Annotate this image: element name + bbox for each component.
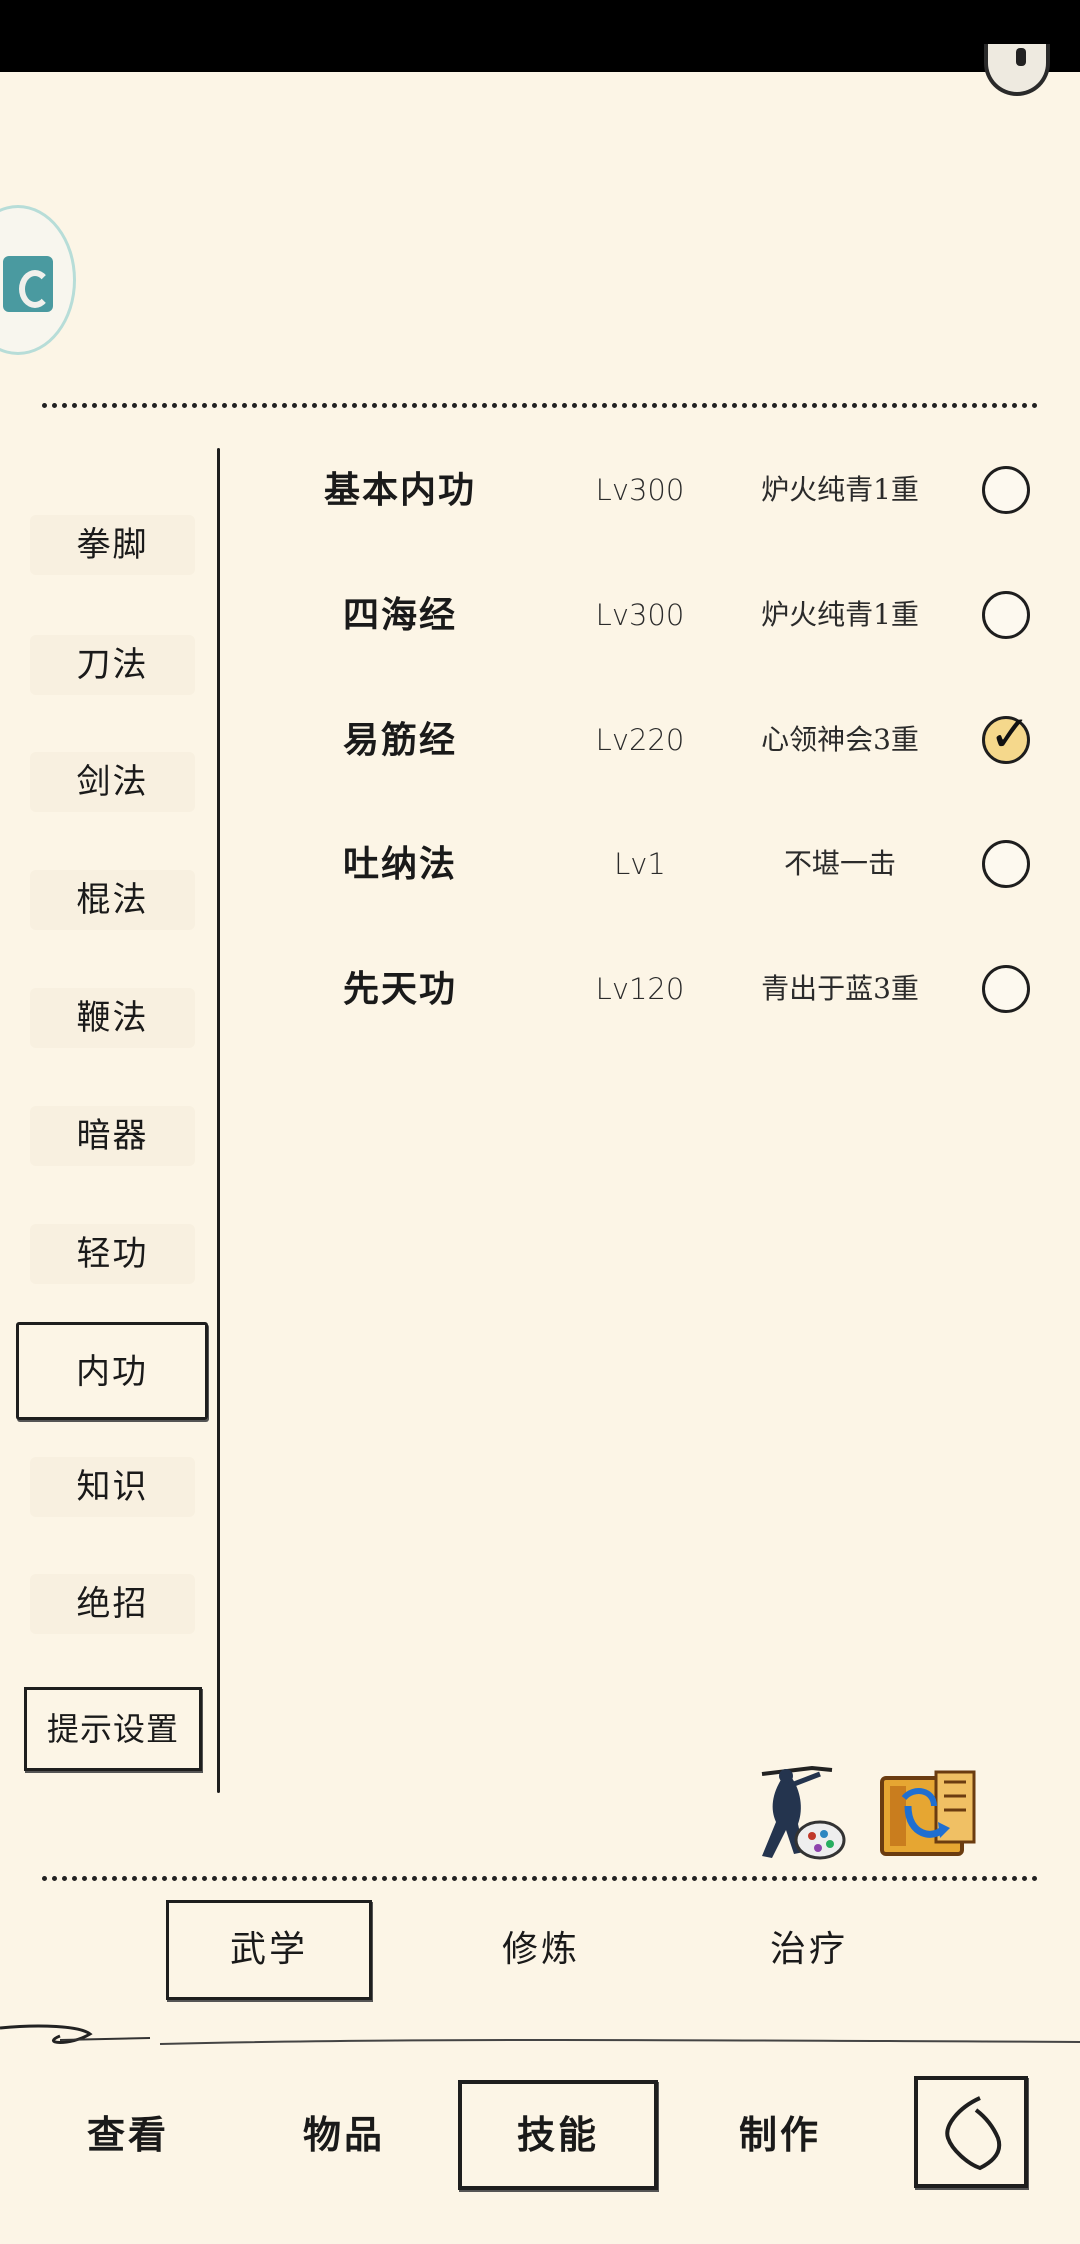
skill-select-radio[interactable]: [982, 466, 1030, 514]
skill-row[interactable]: 四海经 Lv300 炉火纯青1重: [240, 575, 1050, 655]
category-jianfa[interactable]: 剑法: [30, 752, 195, 812]
swordsman-palette-icon[interactable]: [742, 1764, 852, 1864]
tab-zhiliao[interactable]: 治疗: [706, 1900, 912, 2000]
skill-select-radio[interactable]: [982, 591, 1030, 639]
skill-level: Lv1: [614, 847, 666, 881]
back-arrow-icon: [945, 2096, 1002, 2171]
category-anqi[interactable]: 暗器: [30, 1106, 195, 1166]
hint-settings-button[interactable]: 提示设置: [24, 1687, 202, 1771]
skill-row[interactable]: 吐纳法 Lv1 不堪一击: [240, 824, 1050, 904]
nav-items[interactable]: 物品: [244, 2080, 444, 2190]
dotted-divider-top: [42, 403, 1038, 408]
skill-level: Lv300: [595, 473, 685, 507]
skill-name: 易筋经: [342, 719, 457, 761]
skill-name: 四海经: [342, 594, 457, 636]
skill-name: 基本内功: [323, 469, 476, 511]
skill-tier: 心领神会3重: [761, 723, 919, 756]
skill-row[interactable]: 基本内功 Lv300 炉火纯青1重: [240, 450, 1050, 530]
skill-name: 吐纳法: [342, 843, 457, 885]
skill-row[interactable]: 易筋经 Lv220 心领神会3重: [240, 700, 1050, 780]
category-bianfa[interactable]: 鞭法: [30, 988, 195, 1048]
vertical-divider: [217, 448, 220, 1793]
skill-tier: 炉火纯青1重: [761, 473, 919, 506]
skill-select-radio[interactable]: [982, 840, 1030, 888]
category-qinggong[interactable]: 轻功: [30, 1224, 195, 1284]
skill-select-radio[interactable]: [982, 965, 1030, 1013]
skill-name: 先天功: [342, 968, 457, 1010]
skill-row[interactable]: 先天功 Lv120 青出于蓝3重: [240, 949, 1050, 1029]
app-badge-icon: [3, 256, 53, 312]
category-daofa[interactable]: 刀法: [30, 635, 195, 695]
nav-skills[interactable]: 技能: [458, 2080, 658, 2190]
skill-level: Lv300: [595, 598, 685, 632]
tab-xiulian[interactable]: 修炼: [438, 1900, 644, 2000]
brush-stroke-divider: [0, 2024, 1080, 2045]
category-neigong[interactable]: 内功: [16, 1322, 208, 1420]
tab-wuxue[interactable]: 武学: [166, 1900, 372, 2000]
skill-tier: 不堪一击: [783, 847, 896, 880]
status-bar: [0, 0, 1080, 72]
back-button[interactable]: [914, 2076, 1028, 2188]
nav-view[interactable]: 查看: [28, 2080, 228, 2190]
skill-tier: 青出于蓝3重: [761, 972, 919, 1005]
category-zhishi[interactable]: 知识: [30, 1457, 195, 1517]
skill-level: Lv120: [595, 972, 685, 1006]
category-gunfa[interactable]: 棍法: [30, 870, 195, 930]
avatar[interactable]: [0, 205, 76, 355]
skill-level: Lv220: [595, 723, 685, 757]
nav-crafting[interactable]: 制作: [680, 2080, 880, 2190]
sub-tab-bar: 武学 修炼 治疗: [0, 1900, 1080, 2010]
headphone-icon[interactable]: [984, 44, 1050, 96]
category-juezhao[interactable]: 绝招: [30, 1574, 195, 1634]
dotted-divider-bottom: [42, 1876, 1038, 1881]
skill-select-radio-checked[interactable]: [982, 705, 1031, 764]
skill-tier: 炉火纯青1重: [761, 598, 919, 631]
book-swap-icon[interactable]: [874, 1766, 980, 1866]
category-quanjiao[interactable]: 拳脚: [30, 515, 195, 575]
